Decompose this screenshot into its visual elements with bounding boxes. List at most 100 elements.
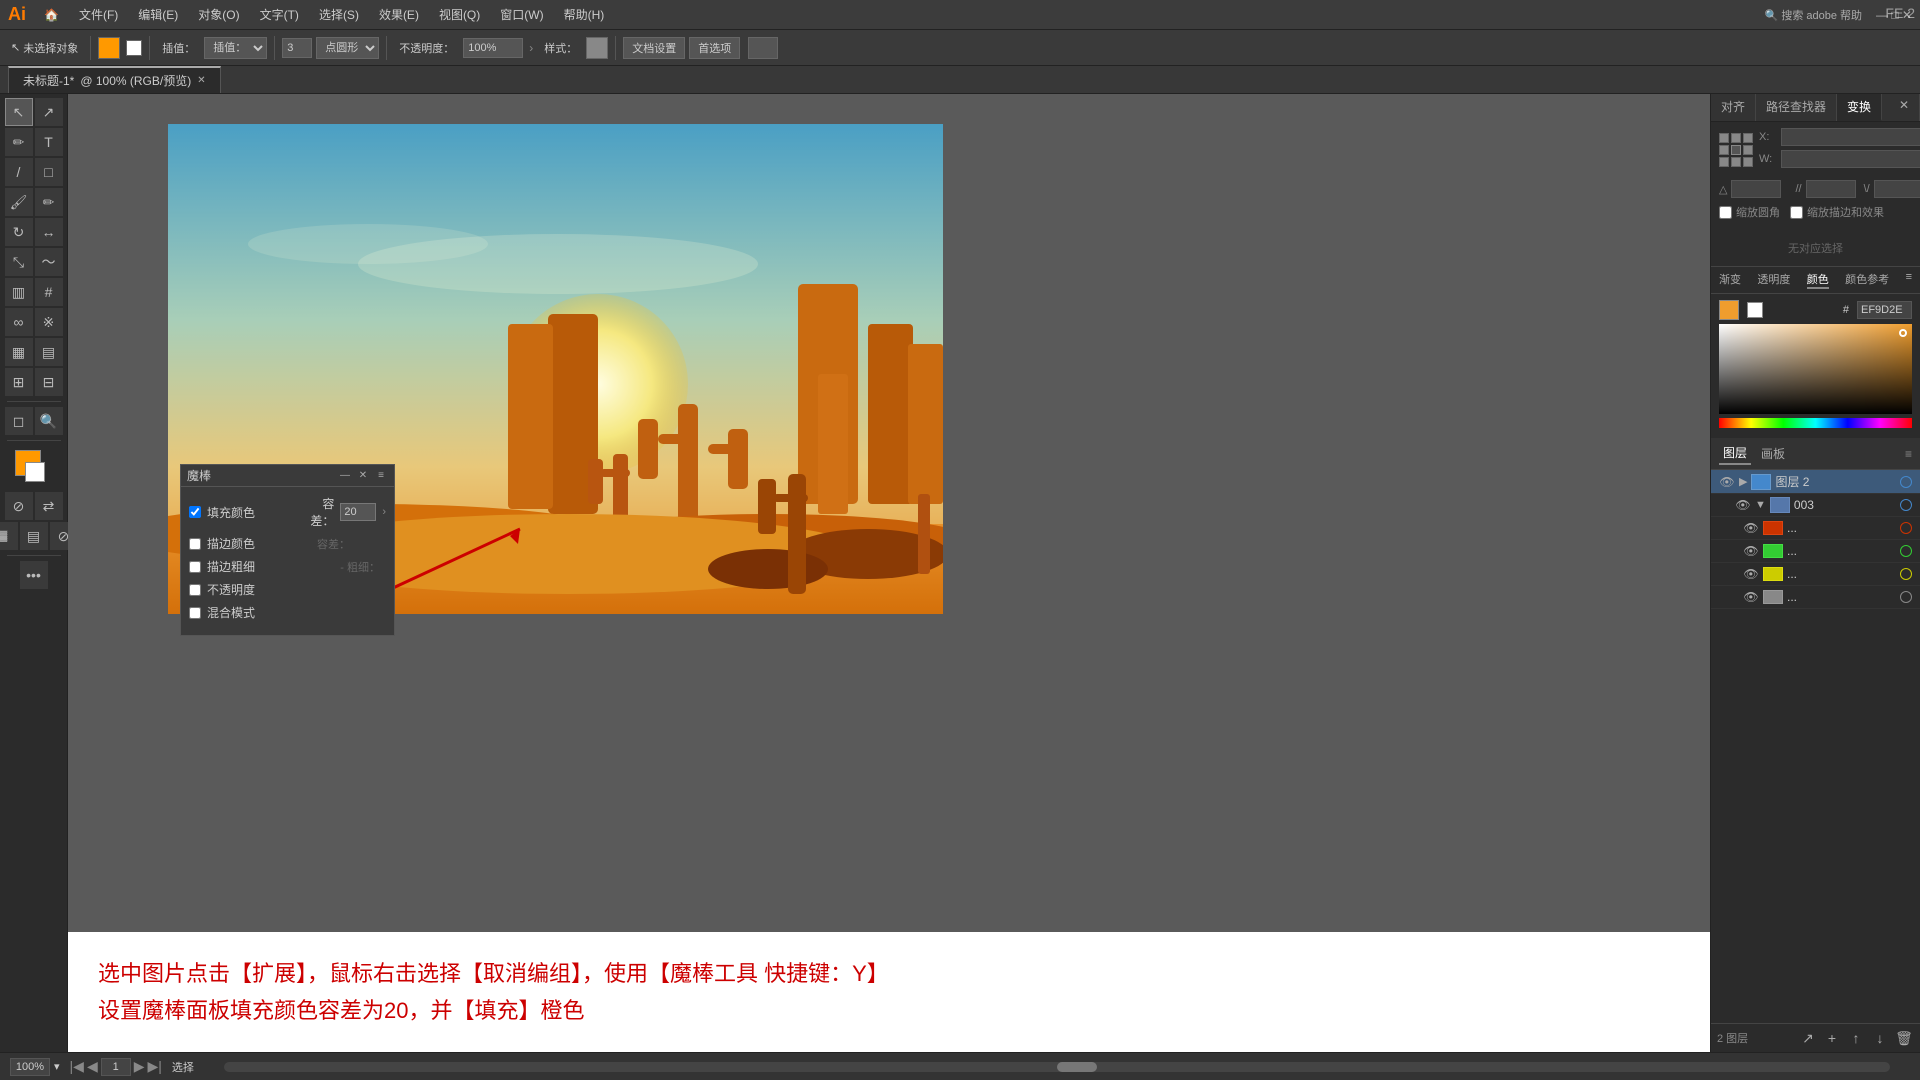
skew-input[interactable] (1806, 180, 1856, 198)
menu-help[interactable]: 帮助(H) (556, 4, 613, 25)
layers-move-up-btn[interactable]: ↑ (1846, 1028, 1866, 1048)
transform-reference-grid[interactable] (1719, 133, 1753, 167)
preferences-button[interactable]: 首选项 (689, 37, 740, 59)
layer003-eye[interactable]: 👁 (1735, 497, 1751, 513)
selection-tool[interactable]: ↖ (5, 98, 33, 126)
tab-pathfinder[interactable]: 路径查找器 (1756, 94, 1837, 121)
gradient-tool[interactable]: ▥ (5, 278, 33, 306)
menu-file[interactable]: 文件(F) (71, 4, 126, 25)
angle-input[interactable] (1731, 180, 1781, 198)
warp-tool[interactable]: 〜 (35, 248, 63, 276)
layer003-expand[interactable]: ▼ (1755, 499, 1766, 511)
color-hex-input[interactable] (1857, 301, 1912, 319)
fill-color-swatch[interactable] (98, 37, 120, 59)
column-graph-tool[interactable]: ▦ (5, 338, 33, 366)
direct-selection-tool[interactable]: ↗ (35, 98, 63, 126)
last-page-btn[interactable]: ▶| (148, 1058, 162, 1075)
layer-item-green[interactable]: 👁 ... (1711, 540, 1920, 563)
layer2-expand-arrow[interactable]: ▶ (1739, 475, 1747, 488)
layer-item-layer2[interactable]: 👁 ▶ 图层 2 (1711, 470, 1920, 494)
layers-menu-btn[interactable]: ≡ (1905, 447, 1912, 461)
color-saturation-picker[interactable] (1719, 324, 1912, 414)
bar-graph-tool[interactable]: ▤ (35, 338, 63, 366)
fill-tolerance-input[interactable] (340, 503, 376, 521)
slice-tool[interactable]: ⊟ (35, 368, 63, 396)
menu-select[interactable]: 选择(S) (311, 4, 367, 25)
status-scrollbar[interactable] (224, 1062, 1890, 1072)
tab-close-btn[interactable]: ✕ (197, 75, 205, 86)
gradient-mode-btn[interactable]: ▤ (20, 522, 48, 550)
doc-settings-button[interactable]: 文档设置 (623, 37, 685, 59)
fill-tolerance-arrow[interactable]: › (382, 506, 386, 518)
layer-item-003[interactable]: 👁 ▼ 003 (1711, 494, 1920, 517)
layer2-eye[interactable]: 👁 (1719, 474, 1735, 490)
stroke-width-checkbox[interactable] (189, 561, 201, 573)
color-bg-preview[interactable] (1747, 302, 1763, 318)
select-tool-btn[interactable]: ↖ 未选择对象 (6, 38, 83, 58)
zoom-tool[interactable]: 🔍 (35, 407, 63, 435)
color-mode-btn[interactable]: ▓ (0, 522, 18, 550)
type-tool[interactable]: T (35, 128, 63, 156)
menu-home[interactable]: 🏠 (36, 6, 67, 24)
swap-colors-btn[interactable]: ⇄ (35, 492, 63, 520)
stroke-color-swatch[interactable] (126, 40, 142, 56)
layers-create-layer-btn[interactable]: + (1822, 1028, 1842, 1048)
layers-delete-btn[interactable]: 🗑 (1894, 1028, 1914, 1048)
tab-align[interactable]: 对齐 (1711, 94, 1756, 121)
layer-item-yellow[interactable]: 👁 ... (1711, 563, 1920, 586)
layer-green-eye[interactable]: 👁 (1743, 543, 1759, 559)
stroke-color-checkbox[interactable] (189, 538, 201, 550)
layer-yellow-eye[interactable]: 👁 (1743, 566, 1759, 582)
prev-page-btn[interactable]: ◀ (87, 1058, 98, 1075)
line-tool[interactable]: / (5, 158, 33, 186)
layer-item-red[interactable]: 👁 ... (1711, 517, 1920, 540)
points-input[interactable] (282, 38, 312, 58)
background-color[interactable] (25, 462, 45, 482)
mesh-tool[interactable]: # (35, 278, 63, 306)
shape-select[interactable]: 点圆形 (316, 37, 379, 59)
layers-new-from-selection-btn[interactable]: ↗ (1798, 1028, 1818, 1048)
layer-gray-eye[interactable]: 👁 (1743, 589, 1759, 605)
tab-artboards[interactable]: 画板 (1757, 443, 1789, 464)
pen-tool[interactable]: ✏ (5, 128, 33, 156)
more-tools-btn[interactable]: ••• (20, 561, 48, 589)
document-tab[interactable]: 未标题-1* @ 100% (RGB/预览) ✕ (8, 66, 221, 93)
blend-mode-checkbox[interactable] (189, 607, 201, 619)
blend-select[interactable]: 插值： (204, 37, 267, 59)
menu-window[interactable]: 窗口(W) (492, 4, 551, 25)
style-swatch[interactable] (586, 37, 608, 59)
artboard-tool[interactable]: ⊞ (5, 368, 33, 396)
paintbrush-tool[interactable]: 🖌 (5, 188, 33, 216)
panel-minimize-btn[interactable]: — (338, 469, 352, 483)
menu-effect[interactable]: 效果(E) (371, 4, 427, 25)
layer-red-eye[interactable]: 👁 (1743, 520, 1759, 536)
symbol-tool[interactable]: ※ (35, 308, 63, 336)
layer-item-gray[interactable]: 👁 ... (1711, 586, 1920, 609)
skew2-input[interactable] (1874, 180, 1920, 198)
fill-none-btn[interactable]: ⊘ (5, 492, 33, 520)
fill-color-checkbox[interactable] (189, 506, 201, 518)
blend-tool[interactable]: ∞ (5, 308, 33, 336)
page-input[interactable] (101, 1058, 131, 1076)
first-page-btn[interactable]: |◀ (70, 1058, 84, 1075)
color-color-tab[interactable]: 颜色 (1807, 271, 1829, 289)
toolbar-extra-btn[interactable] (748, 37, 778, 59)
color-fg-preview[interactable] (1719, 300, 1739, 320)
x-input[interactable] (1781, 128, 1920, 146)
menu-view[interactable]: 视图(Q) (431, 4, 488, 25)
menu-text[interactable]: 文字(T) (252, 4, 307, 25)
eraser-tool[interactable]: ◻ (5, 407, 33, 435)
hue-slider[interactable] (1719, 418, 1912, 428)
menu-object[interactable]: 对象(O) (190, 4, 247, 25)
next-page-btn[interactable]: ▶ (134, 1058, 145, 1075)
color-menu-btn[interactable]: ≡ (1906, 271, 1912, 289)
rotate-tool[interactable]: ↻ (5, 218, 33, 246)
reflect-tool[interactable]: ↔ (35, 218, 63, 246)
color-gradient-tab[interactable]: 渐变 (1719, 271, 1741, 289)
panel-close[interactable]: ✕ (1889, 94, 1920, 121)
opacity-checkbox[interactable] (189, 584, 201, 596)
color-transparency-tab[interactable]: 透明度 (1757, 271, 1790, 289)
scale-stroke-checkbox[interactable] (1790, 206, 1803, 219)
tab-transform[interactable]: 变换 (1837, 94, 1882, 121)
panel-menu-btn[interactable]: ≡ (374, 469, 388, 483)
